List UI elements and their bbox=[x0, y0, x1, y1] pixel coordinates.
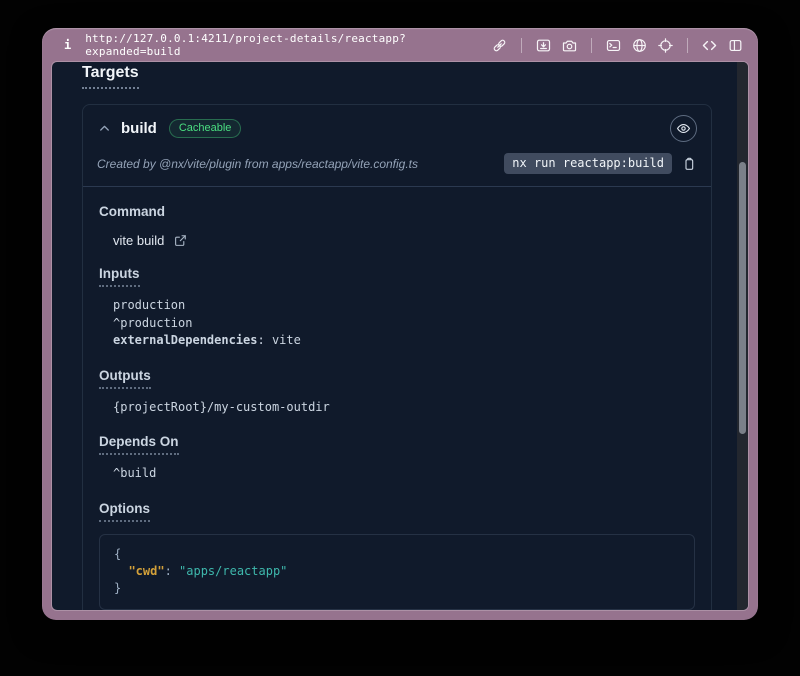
output-item: {projectRoot}/my-custom-outdir bbox=[113, 399, 695, 417]
input-item: production bbox=[113, 297, 695, 315]
target-header-build[interactable]: build Cacheable Created by @nx/vite/plug… bbox=[83, 105, 711, 187]
link-icon[interactable] bbox=[491, 37, 508, 54]
outputs-heading: Outputs bbox=[99, 368, 151, 389]
page-title: Targets bbox=[82, 64, 139, 89]
section-options: Options { "cwd": "apps/reactapp" } bbox=[99, 500, 695, 610]
json-key: "cwd" bbox=[128, 564, 164, 578]
cacheable-badge: Cacheable bbox=[169, 119, 242, 138]
toolbar-divider bbox=[687, 38, 688, 53]
json-separator: : bbox=[165, 564, 179, 578]
camera-icon[interactable] bbox=[561, 37, 578, 54]
options-json-block: { "cwd": "apps/reactapp" } bbox=[99, 534, 695, 610]
crosshair-icon[interactable] bbox=[657, 37, 674, 54]
input-key: externalDependencies bbox=[113, 333, 258, 347]
app-window: i http://127.0.0.1:4211/project-details/… bbox=[42, 28, 758, 620]
url-text[interactable]: http://127.0.0.1:4211/project-details/re… bbox=[85, 32, 491, 58]
inputs-heading: Inputs bbox=[99, 266, 140, 287]
json-value: "apps/reactapp" bbox=[179, 564, 287, 578]
input-item: ^production bbox=[113, 315, 695, 333]
copy-icon[interactable] bbox=[681, 156, 697, 172]
section-depends-on: Depends On ^build bbox=[99, 433, 695, 483]
run-command-chip[interactable]: nx run reactapp:build bbox=[504, 153, 672, 174]
split-panel-icon[interactable] bbox=[727, 37, 744, 54]
section-inputs: Inputs production ^production externalDe… bbox=[99, 265, 695, 350]
json-close-brace: } bbox=[114, 580, 680, 597]
depends-on-heading: Depends On bbox=[99, 434, 179, 455]
json-property: "cwd": "apps/reactapp" bbox=[114, 563, 680, 580]
toolbar-divider bbox=[591, 38, 592, 53]
code-icon[interactable] bbox=[701, 37, 718, 54]
toolbar-divider bbox=[521, 38, 522, 53]
project-details-page: Targets build Cacheable bbox=[52, 62, 748, 610]
target-name: build bbox=[121, 120, 157, 137]
depends-on-item: ^build bbox=[113, 465, 695, 483]
target-card-build: build Cacheable Created by @nx/vite/plug… bbox=[82, 104, 712, 610]
command-heading: Command bbox=[99, 204, 165, 223]
section-outputs: Outputs {projectRoot}/my-custom-outdir bbox=[99, 367, 695, 417]
webview-content: Targets build Cacheable bbox=[52, 62, 748, 610]
json-open-brace: { bbox=[114, 546, 680, 563]
terminal-icon[interactable] bbox=[605, 37, 622, 54]
download-icon[interactable] bbox=[535, 37, 552, 54]
external-link-icon[interactable] bbox=[173, 234, 187, 248]
input-item: externalDependencies: vite bbox=[113, 332, 695, 350]
options-heading: Options bbox=[99, 501, 150, 522]
target-details: Command vite build bbox=[83, 187, 711, 610]
created-by-text: Created by @nx/vite/plugin from apps/rea… bbox=[97, 157, 418, 171]
info-icon: i bbox=[64, 38, 71, 52]
input-value: : vite bbox=[258, 333, 301, 347]
globe-icon[interactable] bbox=[631, 37, 648, 54]
scrollbar-track[interactable] bbox=[737, 62, 748, 610]
scrollbar-thumb[interactable] bbox=[739, 162, 746, 434]
view-target-button[interactable] bbox=[670, 115, 697, 142]
chevron-up-icon[interactable] bbox=[97, 121, 112, 136]
command-value: vite build bbox=[113, 233, 164, 248]
toolbar-actions bbox=[491, 37, 744, 54]
section-command: Command vite build bbox=[99, 203, 695, 248]
browser-toolbar: i http://127.0.0.1:4211/project-details/… bbox=[52, 28, 748, 62]
